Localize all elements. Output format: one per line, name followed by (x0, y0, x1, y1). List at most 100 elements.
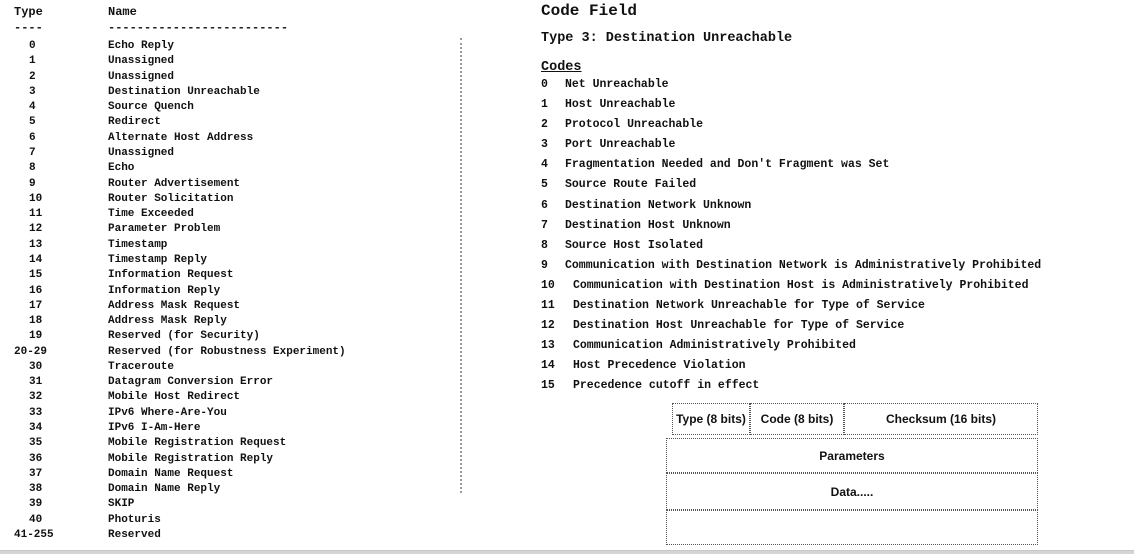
type-name: Address Mask Reply (108, 315, 227, 328)
type-table-row: 40 Photuris (0, 513, 470, 528)
type-table-row: 12 Parameter Problem (0, 222, 470, 237)
type-table-row: 10 Router Solicitation (0, 192, 470, 207)
code-list-item: 15 Precedence cutoff in effect (541, 378, 1041, 398)
type-value: 35 (29, 437, 43, 450)
type-name: Photuris (108, 513, 161, 526)
code-list: 0 Net Unreachable 1 Host Unreachable 2 Protoc… (541, 77, 1041, 399)
code-number: 6 (541, 198, 548, 212)
page-bottom-edge (0, 550, 1134, 554)
type-name: Mobile Host Redirect (108, 391, 241, 404)
type-table-row: 14 Timestamp Reply (0, 253, 470, 268)
type-value: 38 (29, 483, 43, 496)
type-value: 10 (29, 192, 43, 205)
type-name: IPv6 I-Am-Here (108, 422, 201, 435)
type-value: 32 (29, 391, 43, 404)
code-number: 14 (541, 359, 555, 373)
type-name: Domain Name Reply (108, 483, 221, 496)
type-name: Time Exceeded (108, 208, 194, 221)
code-description: Source Host Isolated (565, 238, 704, 252)
code-description: Protocol Unreachable (565, 118, 704, 132)
code-description: Source Route Failed (565, 178, 697, 192)
type-column-header: Type (14, 5, 43, 19)
type-value: 2 (29, 70, 36, 83)
code-description: Fragmentation Needed and Don't Fragment … (565, 158, 890, 172)
type-value: 18 (29, 315, 43, 328)
code-description: Host Precedence Violation (573, 359, 746, 373)
code-list-item: 6 Destination Network Unknown (541, 198, 1041, 218)
type-value: 37 (29, 467, 43, 480)
type-name: Timestamp (108, 238, 168, 251)
code-number: 12 (541, 319, 555, 333)
type-table-row: 5 Redirect (0, 115, 470, 130)
type-name: Address Mask Request (108, 299, 241, 312)
type-value: 31 (29, 376, 43, 389)
type-table-row: 30 Traceroute (0, 360, 470, 375)
code-list-item: 5 Source Route Failed (541, 177, 1041, 197)
code-list-item: 1 Host Unreachable (541, 97, 1041, 117)
type-table-row: 32 Mobile Host Redirect (0, 390, 470, 405)
icmp-type-table: Type Name ---- -------------------------… (0, 0, 470, 550)
type-table-row: 33 IPv6 Where-Are-You (0, 406, 470, 421)
type-name: Router Solicitation (108, 192, 234, 205)
code-number: 11 (541, 299, 555, 313)
type-name: Reserved (for Security) (108, 330, 260, 343)
type-name: Domain Name Request (108, 467, 234, 480)
code-description: Net Unreachable (565, 78, 669, 91)
type-value: 14 (29, 253, 43, 266)
type-name: Reserved (108, 529, 161, 541)
type-table-row: 13 Timestamp (0, 238, 470, 253)
type-name: Datagram Conversion Error (108, 376, 274, 389)
code-list-item: 8 Source Host Isolated (541, 238, 1041, 258)
type-value: 39 (29, 498, 43, 511)
type-table-row: 36 Mobile Registration Reply (0, 452, 470, 467)
code-list-item: 2 Protocol Unreachable (541, 117, 1041, 137)
code-list-item: 13 Communication Administratively Prohibi… (541, 338, 1041, 358)
type-name: Redirect (108, 116, 161, 129)
type-table-rows: 0 Echo Reply 1 Unassigned 2 Unassigned 3 Destin… (0, 39, 470, 543)
type-name: Mobile Registration Request (108, 437, 287, 450)
code-number: 4 (541, 158, 548, 172)
type-value: 40 (29, 513, 43, 526)
type-value: 33 (29, 406, 43, 419)
code-number: 1 (541, 98, 548, 112)
code-description: Destination Host Unreachable for Type of… (573, 319, 905, 333)
type-table-row: 2 Unassigned (0, 70, 470, 85)
type-name: Unassigned (108, 146, 175, 159)
type-value: 8 (29, 162, 36, 175)
type-name: Destination Unreachable (108, 85, 260, 98)
type-table-row: 41-255 Reserved (0, 528, 470, 543)
code-number: 3 (541, 138, 548, 152)
code-list-item: 4 Fragmentation Needed and Don't Fragment… (541, 157, 1041, 177)
type-value: 17 (29, 299, 43, 312)
code-number: 2 (541, 118, 548, 132)
type-name: Router Advertisement (108, 177, 241, 190)
type-name: Echo Reply (108, 40, 175, 52)
type-name: Timestamp Reply (108, 253, 208, 266)
type-name: IPv6 Where-Are-You (108, 406, 227, 419)
icmp-header-diagram: Type (8 bits) Code (8 bits) Checksum (16… (666, 403, 1038, 545)
type-field-box: Type (8 bits) (672, 403, 750, 435)
type-name: SKIP (108, 498, 135, 511)
type-table-row: 19 Reserved (for Security) (0, 329, 470, 344)
code-description: Destination Host Unknown (565, 218, 731, 232)
type-table-row: 3 Destination Unreachable (0, 85, 470, 100)
code-number: 5 (541, 178, 548, 192)
code-number: 0 (541, 78, 548, 91)
type-table-row: 4 Source Quench (0, 100, 470, 115)
type-table-row: 7 Unassigned (0, 146, 470, 161)
type-table-row: 9 Router Advertisement (0, 177, 470, 192)
type-value: 19 (29, 330, 43, 343)
code-list-item: 0 Net Unreachable (541, 77, 1041, 97)
type-name: Alternate Host Address (108, 131, 254, 144)
type-table-row: 16 Information Reply (0, 284, 470, 299)
type-table-row: 34 IPv6 I-Am-Here (0, 421, 470, 436)
type-value: 9 (29, 177, 36, 190)
code-description: Destination Network Unreachable for Type… (573, 299, 925, 313)
type-value: 41-255 (14, 529, 54, 541)
type-table-row: 38 Domain Name Reply (0, 482, 470, 497)
type-table-row: 20-29 Reserved (for Robustness Experiment… (0, 345, 470, 360)
name-column-rule: ------------------------- (108, 21, 289, 35)
code-field-type-line: Type 3: Destination Unreachable (541, 31, 793, 46)
type-table-row: 37 Domain Name Request (0, 467, 470, 482)
type-value: 1 (29, 55, 36, 68)
